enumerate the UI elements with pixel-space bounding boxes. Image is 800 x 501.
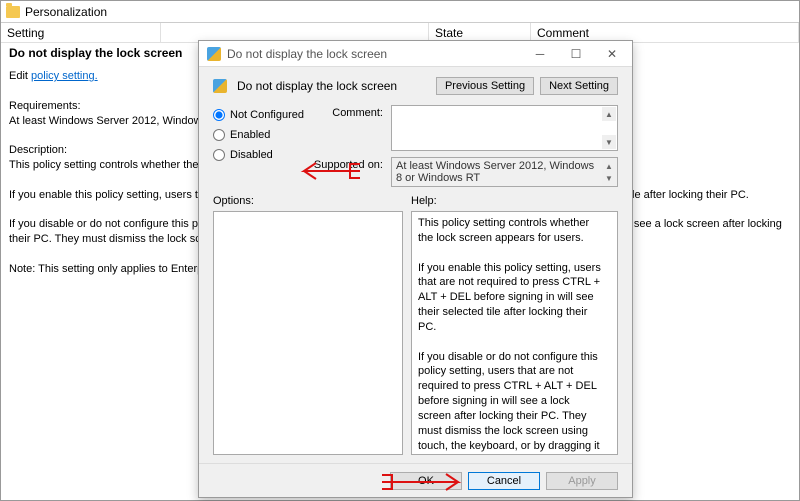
- dialog-title: Do not display the lock screen: [227, 47, 387, 61]
- shield-icon: [207, 47, 221, 61]
- radio-not-configured-label: Not Configured: [230, 109, 304, 121]
- scroll-down-icon[interactable]: ▼: [602, 135, 616, 149]
- policy-dialog: Do not display the lock screen ─ ☐ ✕ Do …: [198, 40, 633, 498]
- radio-disabled-label: Disabled: [230, 149, 273, 161]
- radio-enabled-input[interactable]: [213, 129, 225, 141]
- supported-value: At least Windows Server 2012, Windows 8 …: [396, 160, 594, 184]
- bg-header: Personalization: [1, 1, 799, 23]
- radio-enabled-label: Enabled: [230, 129, 270, 141]
- button-row: OK Cancel Apply: [199, 463, 632, 497]
- radio-not-configured-input[interactable]: [213, 109, 225, 121]
- cancel-button[interactable]: Cancel: [468, 472, 540, 490]
- supported-label: Supported on:: [313, 157, 383, 187]
- maximize-button[interactable]: ☐: [558, 42, 594, 66]
- minimize-button[interactable]: ─: [522, 42, 558, 66]
- comment-textarea[interactable]: ▲ ▼: [391, 105, 618, 151]
- col-setting[interactable]: Setting: [1, 23, 161, 42]
- window-controls: ─ ☐ ✕: [522, 42, 630, 66]
- options-label: Options:: [213, 195, 403, 207]
- state-radios: Not Configured Enabled Disabled: [213, 105, 305, 187]
- next-setting-button[interactable]: Next Setting: [540, 77, 618, 95]
- apply-button[interactable]: Apply: [546, 472, 618, 490]
- help-p2: If you enable this policy setting, users…: [418, 261, 601, 335]
- help-p1: This policy setting controls whether the…: [418, 216, 601, 246]
- ok-button[interactable]: OK: [390, 472, 462, 490]
- previous-setting-button[interactable]: Previous Setting: [436, 77, 534, 95]
- setting-name: Do not display the lock screen: [237, 79, 397, 93]
- comment-label: Comment:: [313, 105, 383, 151]
- supported-field: At least Windows Server 2012, Windows 8 …: [391, 157, 618, 187]
- radio-disabled-input[interactable]: [213, 149, 225, 161]
- radio-not-configured[interactable]: Not Configured: [213, 109, 305, 121]
- close-button[interactable]: ✕: [594, 42, 630, 66]
- help-label: Help:: [411, 195, 618, 207]
- scroll-down-icon[interactable]: ▼: [602, 171, 616, 185]
- folder-icon: [6, 6, 20, 18]
- bg-title: Personalization: [25, 5, 107, 19]
- edit-label: Edit: [9, 70, 31, 82]
- shield-icon: [213, 79, 227, 93]
- scroll-up-icon[interactable]: ▲: [602, 107, 616, 121]
- titlebar[interactable]: Do not display the lock screen ─ ☐ ✕: [199, 41, 632, 67]
- radio-disabled[interactable]: Disabled: [213, 149, 305, 161]
- policy-setting-link[interactable]: policy setting.: [31, 70, 98, 82]
- help-pane[interactable]: This policy setting controls whether the…: [411, 211, 618, 455]
- options-pane: [213, 211, 403, 455]
- help-p3: If you disable or do not configure this …: [418, 350, 601, 455]
- radio-enabled[interactable]: Enabled: [213, 129, 305, 141]
